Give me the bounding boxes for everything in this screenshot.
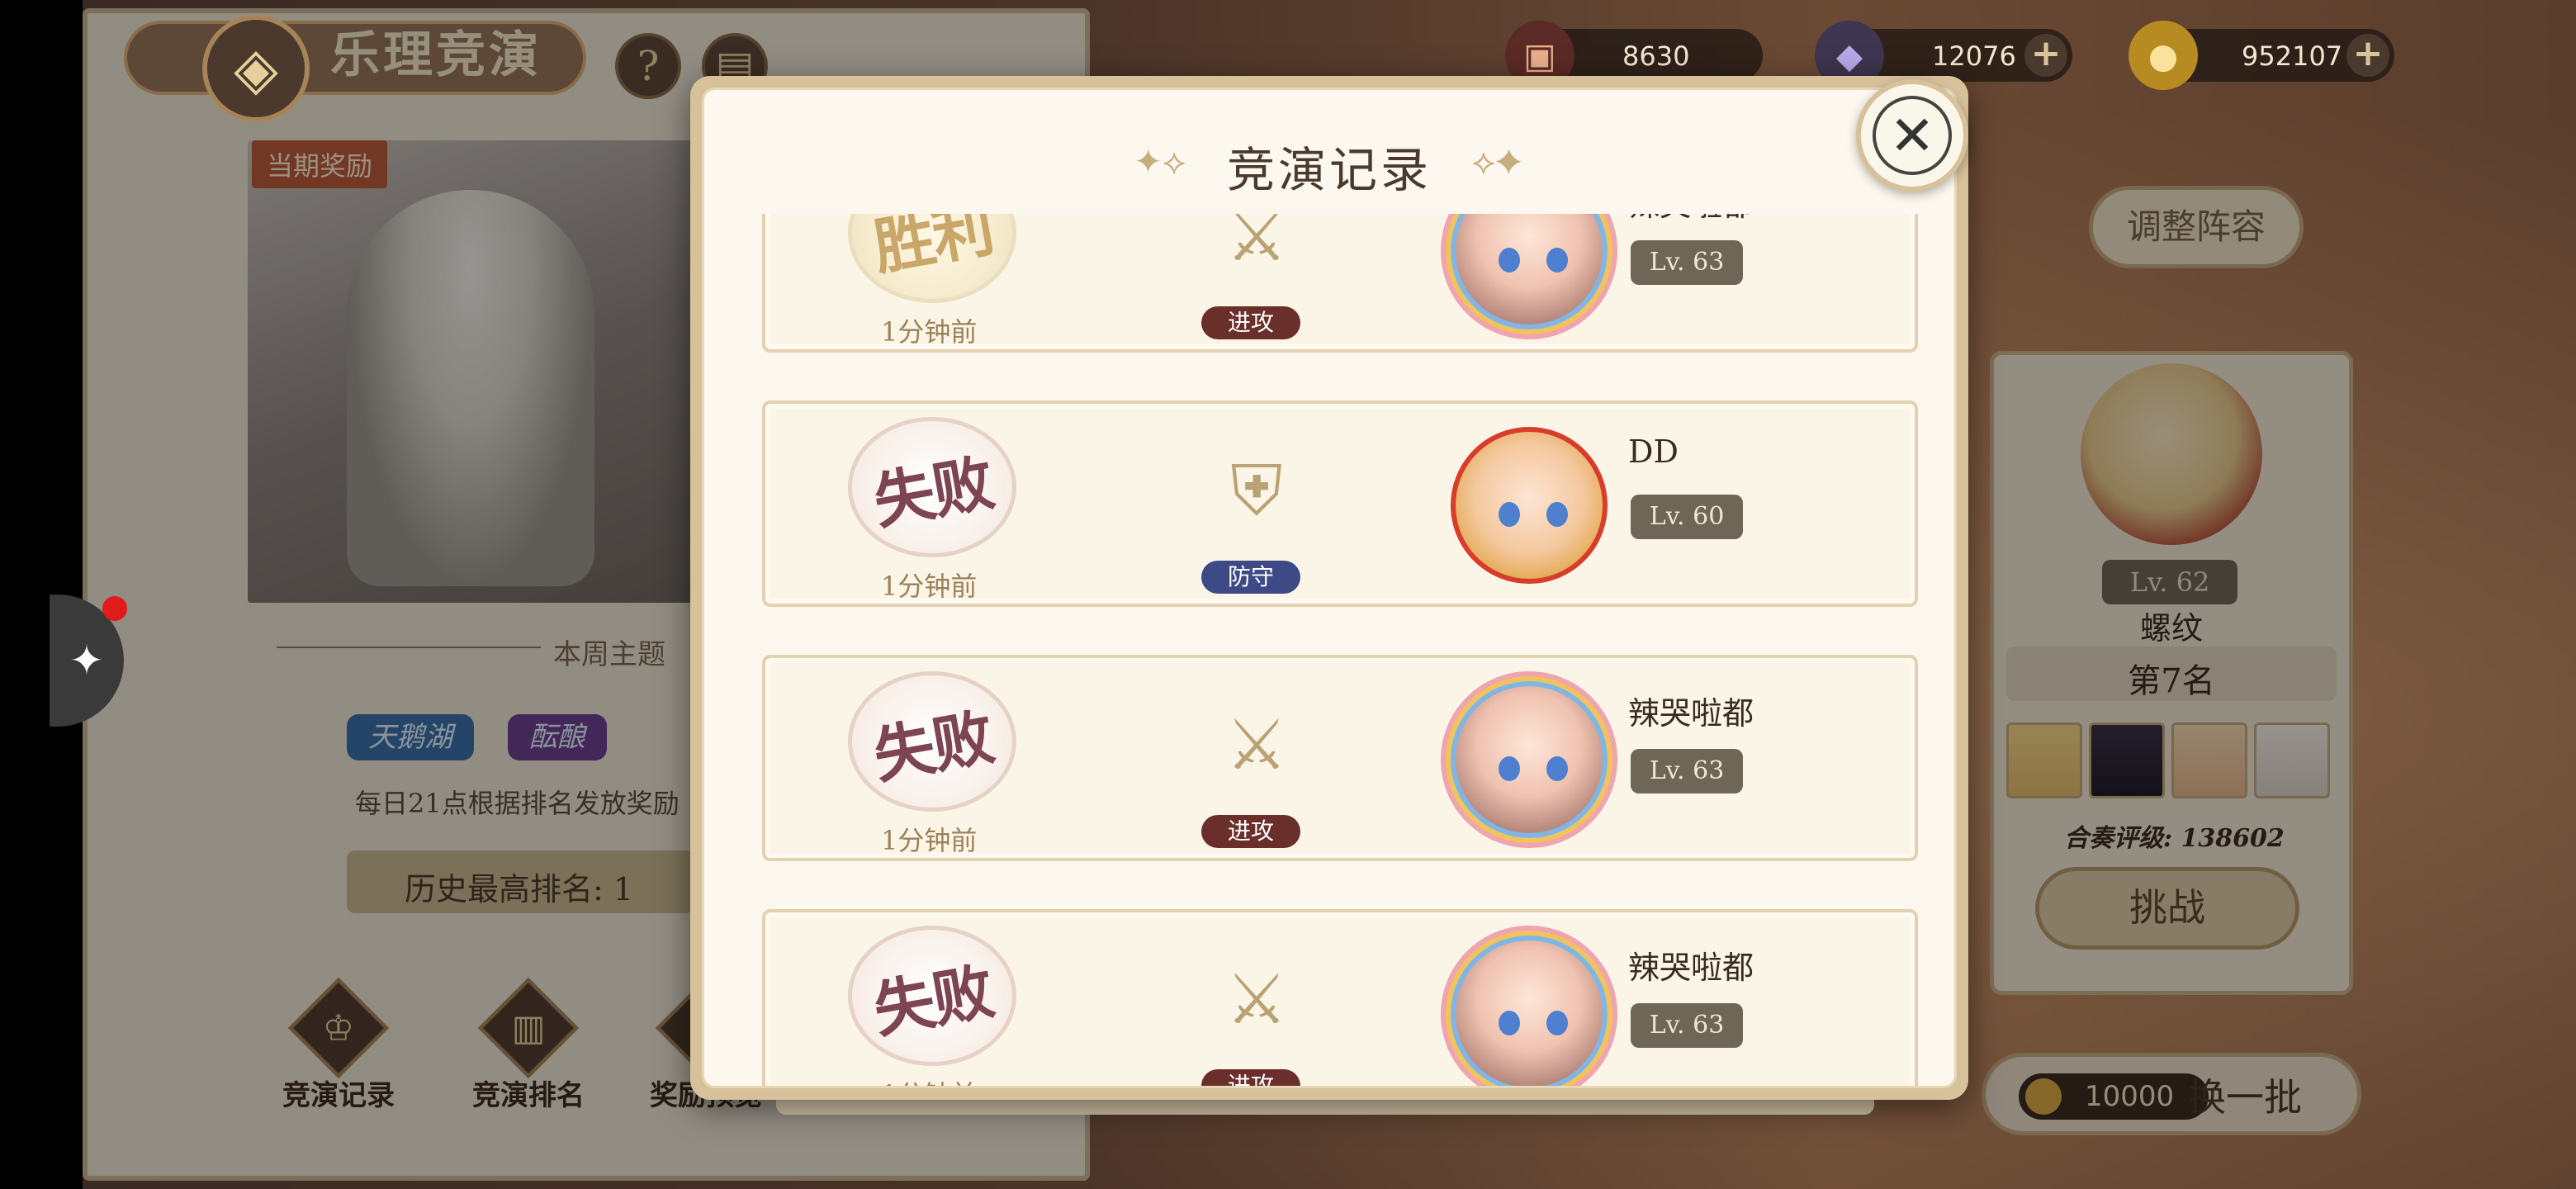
records-button[interactable]: ♔ 竞演记录 [277,977,400,1113]
opponent-level: Lv. 63 [1631,749,1743,793]
adjust-lineup-button[interactable]: 调整阵容 [2089,186,2304,268]
currency-gold: ● 952107 + [2129,21,2394,90]
divider [277,647,541,648]
opponent-avatar [1451,936,1608,1086]
spark-icon: ✦ [69,637,104,685]
add-crystals-button[interactable]: + [2024,34,2067,77]
opponent-name: 辣哭啦都 [1628,214,1754,225]
add-gold-button[interactable]: + [2346,34,2389,77]
notification-dot [102,596,127,621]
currency-crystals: ◆ 12076 + [1815,21,2072,90]
crossed-swords-icon: ⚔ [1225,214,1288,277]
ranking-button[interactable]: ▥ 竞演排名 [466,977,590,1113]
theme-tag: 酝酿 [508,714,607,760]
mode-badge: 进攻 [1201,306,1300,339]
opponent-avatar [2081,363,2262,545]
opponent-name: 螺纹 [2139,610,2203,647]
records-modal: ✦⟡ 竞演记录 ⟡✦ 胜利 1分钟前 ⚔ 进攻 辣哭啦都 Lv. 63 [690,76,1968,1100]
theme-tag: 天鹅湖 [347,714,474,760]
current-reward-tag: 当期奖励 [252,140,388,188]
opponent-name: 辣哭啦都 [1628,950,1754,986]
modal-body: ✦⟡ 竞演记录 ⟡✦ 胜利 1分钟前 ⚔ 进攻 辣哭啦都 Lv. 63 [702,88,1957,1088]
opponent-rank: 第7名 [2128,662,2215,700]
team-portrait [2089,722,2165,798]
reward-character-art [248,140,694,603]
modal-title: 竞演记录 [1226,142,1432,198]
opponent-name: DD [1628,433,1679,470]
team-portrait [2006,722,2082,798]
opponent-level: Lv. 63 [1631,1003,1743,1048]
team-portrait [2171,722,2247,798]
gold-coin-icon [2025,1078,2062,1115]
arena-emblem-icon: ◈ [202,15,310,122]
character-figure [347,190,594,586]
opponent-avatar [1451,427,1608,584]
team-portrait [2254,722,2330,798]
best-rank-text: 历史最高排名: 1 [405,871,634,907]
refresh-cost: 10000 [2019,1073,2209,1120]
daily-reward-note: 每日21点根据排名发放奖励 [355,788,680,819]
close-icon: ✕ [1873,96,1952,175]
record-item[interactable]: 失败 1分钟前 ⛨ 防守 DD Lv. 60 [762,400,1918,607]
crossed-swords-icon: ⚔ [1225,959,1288,1040]
result-seal: 失败 [848,671,1016,812]
arena-title: 乐理竞演 [330,26,542,84]
mode-badge: 进攻 [1201,815,1300,848]
shield-icon: ⛨ [1230,449,1283,531]
record-item[interactable]: 胜利 1分钟前 ⚔ 进攻 辣哭啦都 Lv. 63 [762,214,1918,353]
opponent-level: Lv. 63 [1631,240,1743,285]
opponent-level: Lv. 60 [1631,495,1743,539]
currency-tickets: ▣ 8630 [1505,21,1763,90]
crossed-swords-icon: ⚔ [1225,704,1288,785]
opponent-level: Lv. 62 [2102,560,2237,604]
time-ago: 1分钟前 [881,1074,977,1086]
mode-badge: 防守 [1201,561,1300,594]
result-seal: 失败 [848,926,1016,1066]
opponent-avatar [1451,681,1608,838]
ensemble-score: 合奏评级: 138602 [2064,824,2285,853]
result-seal: 失败 [848,417,1016,557]
record-list[interactable]: 胜利 1分钟前 ⚔ 进攻 辣哭啦都 Lv. 63 失败 1分钟前 ⛨ 防守 [762,214,1918,1086]
record-item[interactable]: 失败 1分钟前 ⚔ 进攻 辣哭啦都 Lv. 63 [762,909,1918,1086]
opponent-avatar [1451,214,1608,329]
time-ago: 1分钟前 [881,316,978,348]
close-button[interactable]: ✕ [1856,79,1968,192]
record-item[interactable]: 失败 1分钟前 ⚔ 进攻 辣哭啦都 Lv. 63 [762,655,1918,861]
trophy-icon: ♔ [322,1007,355,1049]
mode-badge: 进攻 [1201,1069,1300,1086]
ornament-right-icon: ⟡✦ [1472,141,1523,182]
result-seal: 胜利 [848,214,1016,303]
help-icon[interactable]: ? [615,33,681,99]
challenge-button[interactable]: 挑战 [2035,867,2299,950]
bar-chart-icon: ▥ [511,1007,546,1049]
week-theme-label: 本周主题 [553,638,665,671]
opponent-name: 辣哭啦都 [1628,695,1754,732]
time-ago: 1分钟前 [881,825,978,856]
refresh-button[interactable]: 换一批 [2188,1068,2302,1122]
gold-coin-icon: ● [2129,21,2198,90]
time-ago: 1分钟前 [881,571,978,602]
